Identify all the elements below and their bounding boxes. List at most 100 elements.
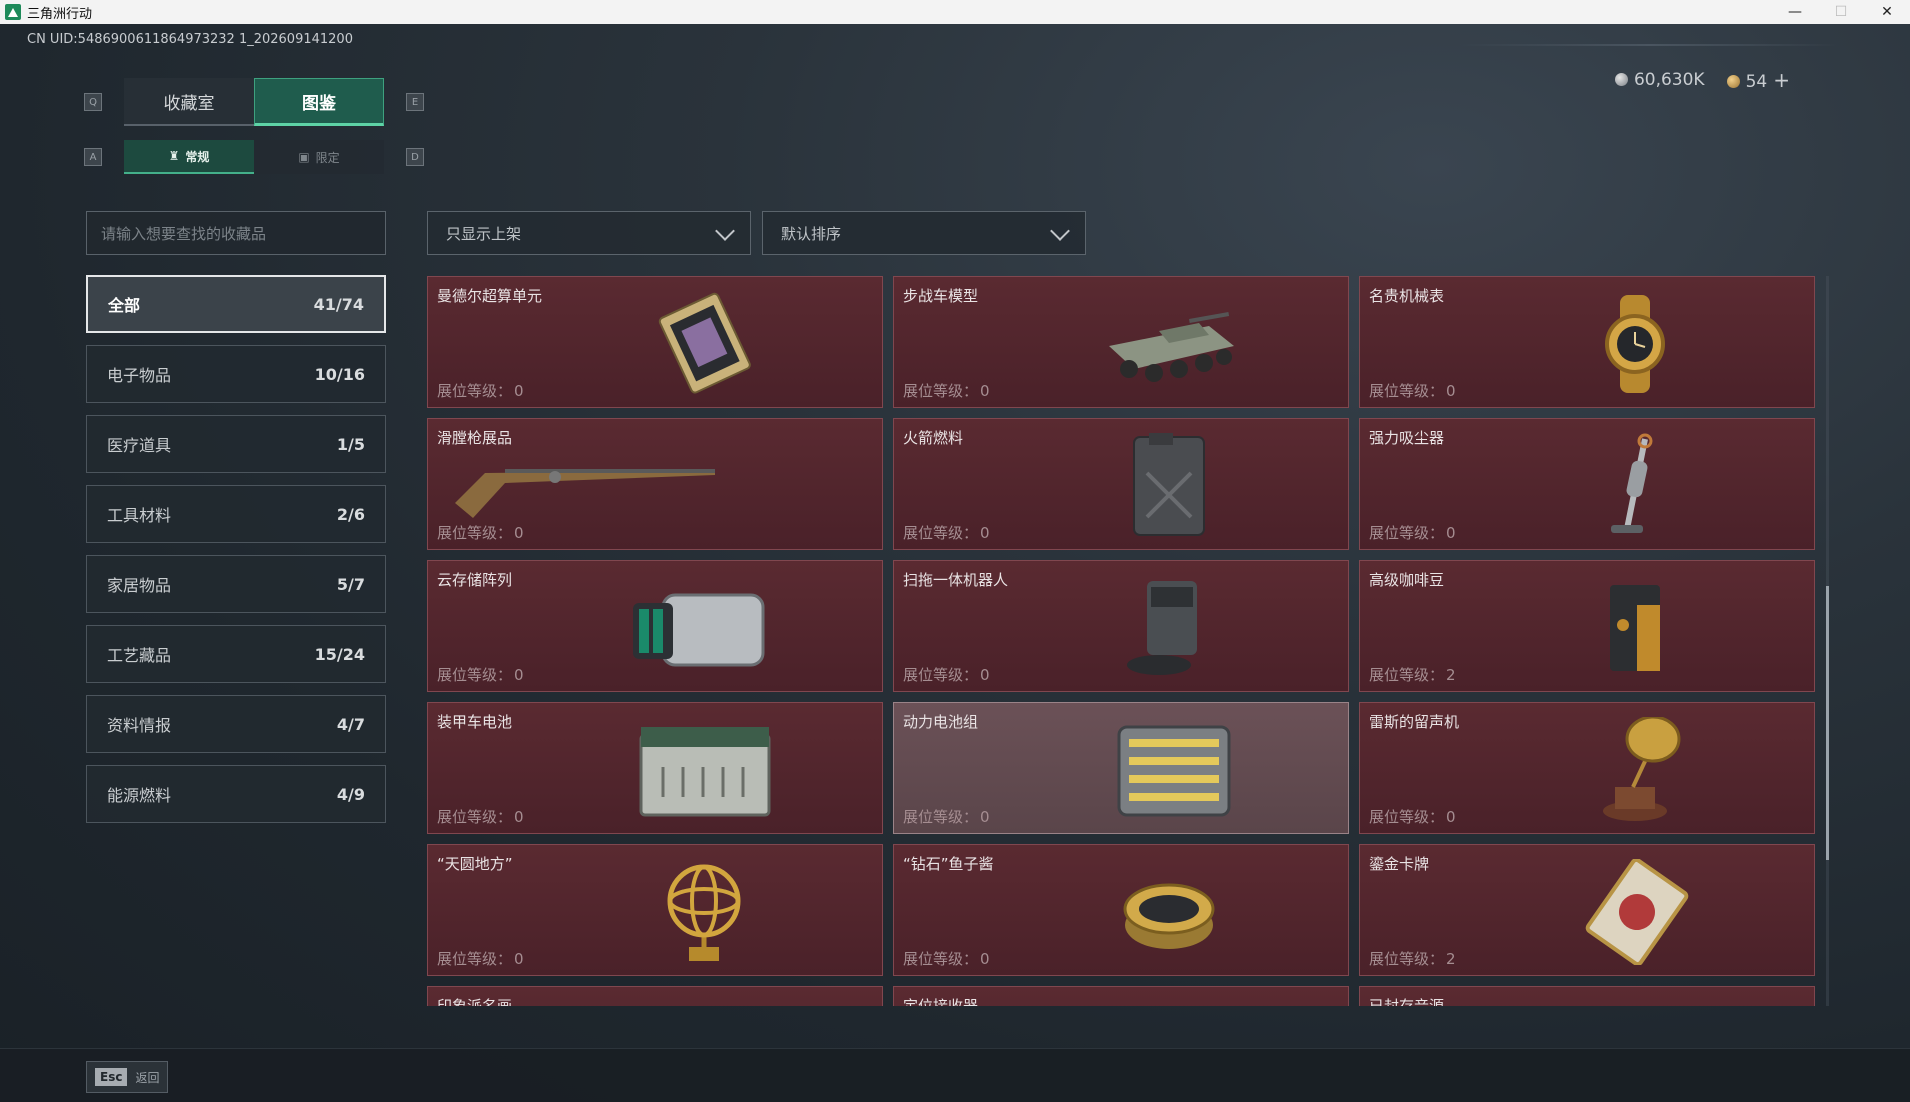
category-energy[interactable]: 能源燃料 4/9 bbox=[86, 765, 386, 823]
category-intel[interactable]: 资料情报 4/7 bbox=[86, 695, 386, 753]
collection-card[interactable]: 鎏金卡牌展位等级： 2 bbox=[1359, 844, 1815, 976]
booth-level: 展位等级： 0 bbox=[903, 380, 990, 401]
collection-card[interactable]: 高级咖啡豆 展位等级： 2 bbox=[1359, 560, 1815, 692]
search-input[interactable]: 请输入想要查找的收藏品 bbox=[86, 211, 386, 255]
category-list: 全部 41/74 电子物品 10/16 医疗道具 1/5 工具材料 2/6 家居物品 5/… bbox=[86, 275, 386, 835]
item-name: 强力吸尘器 bbox=[1369, 429, 1445, 447]
collection-card[interactable]: 已封存音源展位等级：0 bbox=[1359, 986, 1815, 1006]
app-logo-icon bbox=[5, 4, 21, 20]
collection-card[interactable]: 滑膛枪展品 展位等级： 0 bbox=[427, 418, 883, 550]
item-name: 步战车模型 bbox=[903, 287, 979, 305]
collection-card[interactable]: 强力吸尘器展位等级： 0 bbox=[1359, 418, 1815, 550]
collection-card[interactable]: “钻石”鱼子酱 展位等级： 0 bbox=[893, 844, 1349, 976]
booth-level-label: 展位等级： bbox=[437, 666, 513, 684]
close-button[interactable]: ✕ bbox=[1864, 0, 1910, 24]
booth-level: 展位等级： 0 bbox=[1369, 806, 1456, 827]
gold-currency: 54 + bbox=[1726, 68, 1790, 92]
watch-icon bbox=[1555, 291, 1715, 397]
booth-level: 展位等级： 0 bbox=[437, 806, 524, 827]
chevron-down-icon bbox=[1050, 221, 1070, 241]
add-currency-button[interactable]: + bbox=[1773, 68, 1790, 92]
painting-icon bbox=[623, 1001, 783, 1006]
tab-collection-room[interactable]: 收藏室 bbox=[124, 78, 254, 126]
category-medical[interactable]: 医疗道具 1/5 bbox=[86, 415, 386, 473]
tab-limited[interactable]: ▣ 限定 bbox=[254, 140, 384, 174]
collection-card[interactable]: 装甲车电池展位等级： 0 bbox=[427, 702, 883, 834]
category-household[interactable]: 家居物品 5/7 bbox=[86, 555, 386, 613]
esc-key-hint: Esc bbox=[95, 1068, 128, 1086]
maximize-button[interactable]: ☐ bbox=[1818, 0, 1864, 24]
header-decoration bbox=[1460, 44, 1840, 46]
item-name: 名贵机械表 bbox=[1369, 287, 1445, 305]
key-hint-e: E bbox=[406, 93, 424, 111]
booth-level-value: 0 bbox=[980, 808, 990, 826]
item-name: 装甲车电池 bbox=[437, 713, 513, 731]
item-name: 火箭燃料 bbox=[903, 429, 964, 447]
collection-card[interactable]: 扫拖一体机器人 展位等级： 0 bbox=[893, 560, 1349, 692]
silver-coin-icon bbox=[1614, 73, 1628, 86]
item-name: 鎏金卡牌 bbox=[1369, 855, 1430, 873]
sort-value: 默认排序 bbox=[781, 224, 842, 243]
collection-card[interactable]: 名贵机械表 展位等级： 0 bbox=[1359, 276, 1815, 408]
sort-dropdown[interactable]: 默认排序 bbox=[762, 211, 1086, 255]
collection-card[interactable]: 雷斯的留声机 展位等级： 0 bbox=[1359, 702, 1815, 834]
category-all[interactable]: 全部 41/74 bbox=[86, 275, 386, 333]
main-tabs: 收藏室 图鉴 bbox=[124, 78, 384, 126]
footer-bar bbox=[0, 1048, 1910, 1102]
tab-catalog[interactable]: 图鉴 bbox=[254, 78, 384, 126]
booth-level-label: 展位等级： bbox=[903, 666, 979, 684]
item-name: 高级咖啡豆 bbox=[1369, 571, 1445, 589]
booth-level-value: 0 bbox=[514, 950, 524, 968]
window-title: 三角洲行动 bbox=[27, 6, 93, 22]
collection-card[interactable]: “天圆地方” 展位等级： 0 bbox=[427, 844, 883, 976]
category-count: 41/74 bbox=[313, 294, 364, 314]
tab-limited-label: 限定 bbox=[315, 150, 340, 165]
coffee-bag-icon bbox=[1555, 575, 1715, 681]
collection-card[interactable]: 曼德尔超算单元 展位等级： 0 bbox=[427, 276, 883, 408]
collection-card[interactable]: 定位接收器展位等级：0 bbox=[893, 986, 1349, 1006]
booth-level: 展位等级： 0 bbox=[437, 664, 524, 685]
booth-level-label: 展位等级： bbox=[437, 382, 513, 400]
gramophone-icon bbox=[1555, 717, 1715, 823]
category-electronics[interactable]: 电子物品 10/16 bbox=[86, 345, 386, 403]
collection-card[interactable]: 印象派名画展位等级：0 bbox=[427, 986, 883, 1006]
caviar-icon bbox=[1089, 859, 1249, 965]
collection-card[interactable]: 火箭燃料展位等级： 0 bbox=[893, 418, 1349, 550]
booth-level: 展位等级： 0 bbox=[903, 948, 990, 969]
booth-level-label: 展位等级： bbox=[1369, 950, 1445, 968]
currency-bar: 60,630K 54 + bbox=[1614, 68, 1790, 92]
display-filter-dropdown[interactable]: 只显示上架 bbox=[427, 211, 751, 255]
booth-level: 展位等级： 0 bbox=[1369, 522, 1456, 543]
window-titlebar: 三角洲行动 — ☐ ✕ bbox=[0, 0, 1910, 24]
item-name: 已封存音源 bbox=[1369, 997, 1445, 1006]
category-label: 能源燃料 bbox=[107, 786, 172, 805]
booth-level-value: 0 bbox=[514, 808, 524, 826]
booth-level-label: 展位等级： bbox=[903, 524, 979, 542]
back-button[interactable]: Esc 返回 bbox=[86, 1061, 169, 1093]
battery-pack-icon bbox=[1089, 717, 1249, 823]
collection-card[interactable]: 云存储阵列 展位等级： 0 bbox=[427, 560, 883, 692]
category-count: 2/6 bbox=[336, 504, 365, 524]
booth-level-label: 展位等级： bbox=[903, 808, 979, 826]
category-label: 全部 bbox=[108, 296, 141, 315]
booth-level: 展位等级： 0 bbox=[903, 806, 990, 827]
item-name: 雷斯的留声机 bbox=[1369, 713, 1460, 731]
regular-icon: ♜ bbox=[168, 149, 180, 163]
minimize-button[interactable]: — bbox=[1772, 0, 1818, 24]
booth-level-value: 0 bbox=[980, 666, 990, 684]
category-crafts[interactable]: 工艺藏品 15/24 bbox=[86, 625, 386, 683]
booth-level-value: 0 bbox=[980, 524, 990, 542]
key-hint-d: D bbox=[406, 148, 424, 166]
collection-card[interactable]: 步战车模型展位等级： 0 bbox=[893, 276, 1349, 408]
scrollbar-thumb[interactable] bbox=[1826, 586, 1829, 860]
booth-level-value: 2 bbox=[1446, 950, 1456, 968]
grid-scrollbar[interactable] bbox=[1826, 276, 1829, 1006]
category-label: 工艺藏品 bbox=[107, 646, 172, 665]
sealed-audio-icon bbox=[1555, 1001, 1715, 1006]
category-tools[interactable]: 工具材料 2/6 bbox=[86, 485, 386, 543]
item-name: 定位接收器 bbox=[903, 997, 979, 1006]
tab-regular[interactable]: ♜ 常规 bbox=[124, 140, 254, 174]
collection-card[interactable]: 动力电池组 展位等级： 0 bbox=[893, 702, 1349, 834]
display-filter-value: 只显示上架 bbox=[446, 224, 522, 243]
item-name: “天圆地方” bbox=[437, 855, 513, 873]
